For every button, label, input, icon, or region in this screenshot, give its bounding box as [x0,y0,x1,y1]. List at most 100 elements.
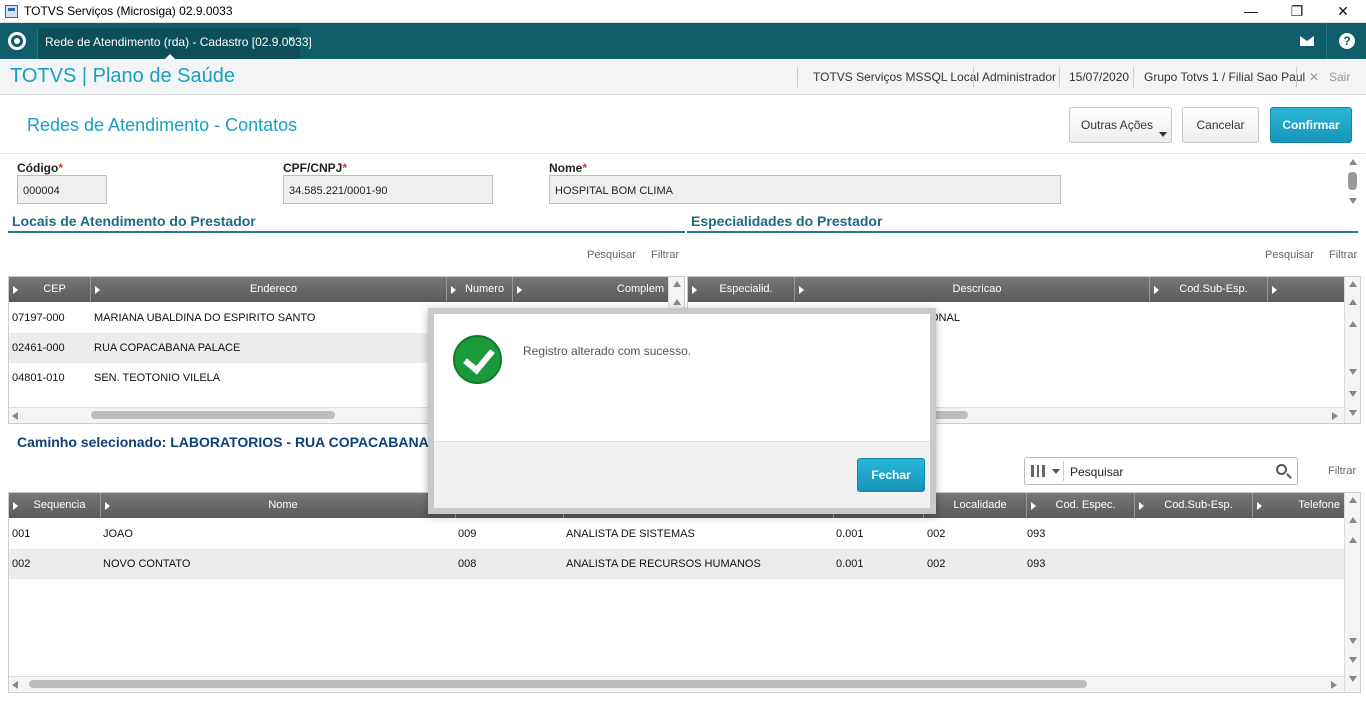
tab-rede-atendimento[interactable]: Rede de Atendimento (rda) - Cadastro [02… [37,28,312,60]
cell-nome: JOAO [103,528,133,540]
scroll-thumb[interactable] [1348,172,1357,190]
column-header-sequencia[interactable]: Sequencia [9,493,101,518]
form-scrollbar[interactable] [1346,156,1360,210]
sort-arrow-icon [1154,286,1159,294]
column-header-telefone[interactable]: Telefone [1253,493,1344,518]
scroll-thumb[interactable] [29,680,1087,688]
search-input[interactable]: Pesquisar [1070,465,1123,479]
grid-header: CEP Endereco Numero Complem [9,277,668,302]
sort-arrow-icon [1272,286,1277,294]
close-window-button[interactable]: ✕ [1320,0,1366,23]
nome-field[interactable]: HOSPITAL BOM CLIMA [549,175,1061,204]
column-header-extra[interactable] [1268,277,1344,302]
cell-localidade: 002 [927,528,946,540]
cell-localidade: 002 [927,558,946,570]
minimize-button[interactable]: — [1228,0,1274,23]
exit-button[interactable]: Sair [1329,70,1350,84]
other-actions-label: Outras Ações [1081,118,1154,132]
scroll-down-icon[interactable] [1349,657,1357,663]
sort-arrow-icon [1139,502,1144,510]
app-header: TOTVS | Plano de Saúde TOTVS Serviços MS… [0,59,1366,95]
column-header-cod-sub-esp[interactable]: Cod.Sub-Esp. [1135,493,1253,518]
table-row[interactable]: 001 JOAO 009 ANALISTA DE SISTEMAS 0.001 … [9,519,1344,549]
sort-arrow-icon [517,286,522,294]
scroll-down-icon[interactable] [1349,198,1357,204]
close-dialog-button[interactable]: Fechar [857,458,925,492]
chevron-down-icon[interactable] [1052,469,1060,474]
section-underline [687,231,1358,233]
confirm-button[interactable]: Confirmar [1270,107,1352,143]
scroll-down-icon[interactable] [1349,369,1357,375]
cpf-cnpj-field[interactable]: 34.585.221/0001-90 [283,175,493,204]
column-header-cod-espec[interactable]: Cod. Espec. [1027,493,1135,518]
scroll-up-icon[interactable] [1349,159,1357,165]
other-actions-button[interactable]: Outras Ações [1069,107,1172,143]
divider [1063,461,1064,481]
scroll-up-icon[interactable] [673,281,681,287]
header-separator [1296,67,1297,87]
section-underline [8,231,685,233]
scroll-down-icon[interactable] [1349,410,1357,416]
column-header-localidade[interactable]: Localidade [924,493,1027,518]
column-header-cod-sub-esp[interactable]: Cod.Sub-Esp. [1150,277,1268,302]
mail-icon[interactable] [1300,36,1314,46]
tab-close-icon[interactable]: × [288,34,294,46]
scroll-up-icon[interactable] [1349,517,1357,523]
cell-sequencia: 001 [12,528,31,540]
column-header-numero[interactable]: Numero [447,277,513,302]
help-icon[interactable]: ? [1339,33,1355,49]
search-icon[interactable] [1276,464,1287,475]
column-header-complemento[interactable]: Complem [513,277,668,302]
exit-icon[interactable]: ✕ [1309,70,1319,84]
cell-endereco: RUA COPACABANA PALACE [94,342,241,354]
scroll-up-icon[interactable] [1349,497,1357,503]
dialog-footer: Fechar [434,441,930,508]
scroll-down-icon[interactable] [1349,676,1357,682]
scroll-down-icon[interactable] [1349,391,1357,397]
column-header-endereco[interactable]: Endereco [91,277,447,302]
scroll-up-icon[interactable] [1349,321,1357,327]
cell-cep: 02461-000 [12,342,65,354]
column-header-especialidade[interactable]: Especialid. [688,277,795,302]
locais-filter-link[interactable]: Filtrar [651,249,679,261]
sort-arrow-icon [105,502,110,510]
locais-section-title: Locais de Atendimento do Prestador [12,213,256,229]
locais-search-link[interactable]: Pesquisar [587,249,636,261]
scroll-up-icon[interactable] [1349,537,1357,543]
scroll-left-icon[interactable] [12,412,18,420]
restore-button[interactable]: ❐ [1274,0,1320,23]
especialidades-filter-link[interactable]: Filtrar [1329,249,1357,261]
tabbar-separator [1326,23,1327,59]
codigo-field[interactable]: 000004 [17,175,107,204]
totvs-logo-icon[interactable] [8,32,26,50]
dialog-message: Registro alterado com sucesso. [523,344,692,358]
scroll-up-icon[interactable] [1349,299,1357,305]
cell-nome: NOVO CONTATO [103,558,191,570]
cancel-button[interactable]: Cancelar [1182,107,1259,143]
especialidades-search-link[interactable]: Pesquisar [1265,249,1314,261]
table-row[interactable]: 002 NOVO CONTATO 008 ANALISTA DE RECURSO… [9,549,1344,579]
contatos-filter-link[interactable]: Filtrar [1328,465,1356,477]
scroll-up-icon[interactable] [673,299,681,305]
selected-path-label: Caminho selecionado: LABORATORIOS - RUA … [17,434,460,450]
cpf-cnpj-label: CPF/CNPJ* [283,161,348,175]
scroll-right-icon[interactable] [1331,681,1337,689]
scroll-thumb[interactable] [91,411,335,419]
nome-label: Nome* [549,161,588,175]
cell-cod-espec: 093 [1027,528,1046,540]
column-header-cep[interactable]: CEP [9,277,91,302]
scroll-left-icon[interactable] [12,681,18,689]
columns-icon[interactable] [1031,465,1045,477]
contatos-search-box[interactable]: Pesquisar [1024,457,1298,485]
column-header-descricao[interactable]: Descricao [795,277,1150,302]
scroll-down-icon[interactable] [1349,638,1357,644]
column-header-nome[interactable]: Nome [101,493,456,518]
sort-arrow-icon [799,286,804,294]
especialidades-vertical-scrollbar[interactable] [1344,277,1360,423]
scroll-right-icon[interactable] [1332,412,1338,420]
cell-sequencia: 002 [12,558,31,570]
header-separator [973,67,974,87]
contatos-vertical-scrollbar[interactable] [1344,493,1360,692]
contatos-horizontal-scrollbar[interactable] [9,676,1344,692]
scroll-up-icon[interactable] [1349,281,1357,287]
